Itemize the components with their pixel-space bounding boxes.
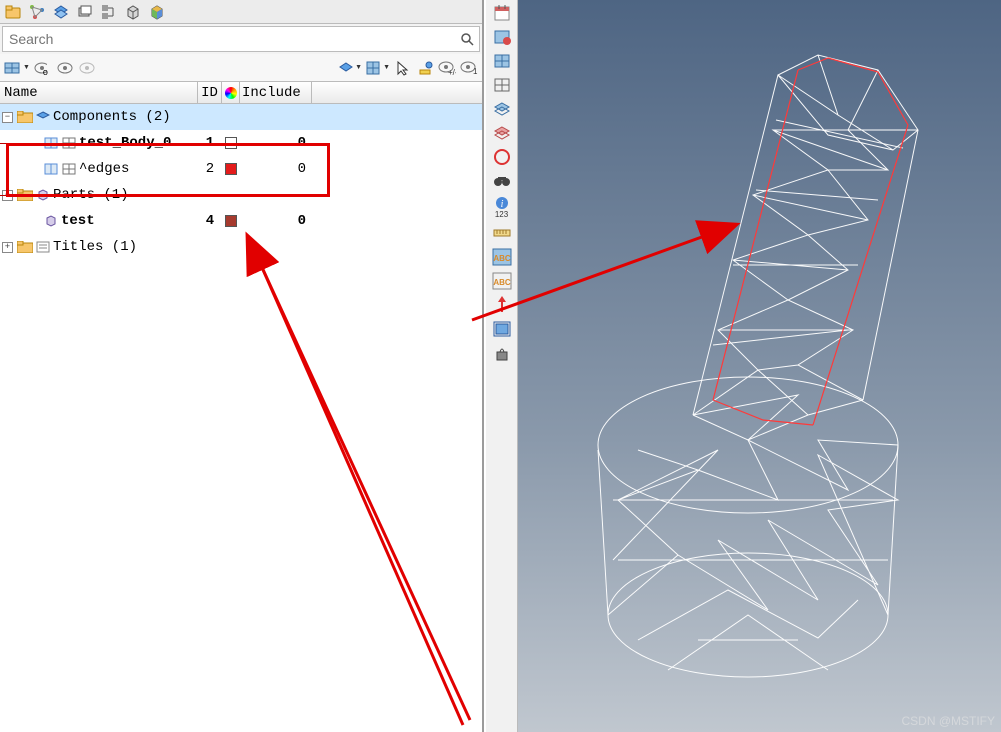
- item-id: 4: [198, 213, 222, 229]
- color-swatch[interactable]: [225, 163, 237, 175]
- component-icon: [35, 110, 51, 124]
- graph-icon[interactable]: [28, 3, 46, 21]
- search-input[interactable]: [3, 29, 455, 49]
- tree-item-component[interactable]: ^edges 2 0: [0, 156, 482, 182]
- eye-none-icon[interactable]: [56, 59, 74, 77]
- chevron-down-icon: ▼: [383, 64, 390, 71]
- tree-collapse-icon[interactable]: [100, 3, 118, 21]
- header-color[interactable]: [222, 82, 240, 103]
- eye-opt-icon[interactable]: [78, 59, 96, 77]
- tree-group-parts[interactable]: − Parts (1): [0, 182, 482, 208]
- model-tree: − Components (2) test_Body_0: [0, 104, 482, 732]
- vector-red-icon[interactable]: [490, 294, 514, 316]
- model-browser-panel: ▼ o ▼ ▼ +/- 1: [0, 0, 484, 732]
- calendar-icon[interactable]: [490, 2, 514, 24]
- box-3d-icon[interactable]: [124, 3, 142, 21]
- header-id[interactable]: ID: [198, 82, 222, 103]
- elements-icon: [61, 136, 77, 150]
- eye-all-icon[interactable]: o: [34, 59, 52, 77]
- color-pick-icon[interactable]: [416, 59, 434, 77]
- entity-filter-dropdown[interactable]: ▼: [338, 61, 362, 75]
- expand-icon[interactable]: +: [2, 242, 13, 253]
- tree-group-titles[interactable]: + Titles (1): [0, 234, 482, 260]
- item-include: 0: [240, 161, 312, 177]
- filter-elements-dropdown[interactable]: ▼: [4, 60, 30, 76]
- item-name: test: [61, 213, 95, 229]
- folder-icon: [17, 240, 33, 254]
- part-icon: [43, 214, 59, 228]
- abc-grid2-icon[interactable]: ABC: [490, 270, 514, 292]
- svg-text:i: i: [500, 199, 503, 210]
- item-include: 0: [240, 135, 312, 151]
- view-toolbar: i123 ABC ABC: [486, 0, 518, 732]
- filter-toolbar: ▼ o ▼ ▼ +/- 1: [0, 54, 482, 82]
- header-name[interactable]: Name: [0, 82, 198, 103]
- item-name: ^edges: [79, 161, 129, 177]
- wireframe-model: [518, 0, 1001, 732]
- mesh-filter-dropdown[interactable]: ▼: [366, 61, 390, 75]
- top-toolbar: [0, 0, 482, 24]
- collapse-icon[interactable]: −: [2, 112, 13, 123]
- cursor-icon[interactable]: [394, 59, 412, 77]
- viewport-3d[interactable]: [518, 0, 1001, 732]
- watermark: CSDN @MSTIFY: [901, 714, 995, 728]
- frame-blue-icon[interactable]: [490, 318, 514, 340]
- svg-text:+/-: +/-: [448, 68, 456, 75]
- group-label: Parts (1): [53, 187, 129, 203]
- svg-text:ABC: ABC: [493, 254, 511, 263]
- color-swatch[interactable]: [225, 137, 237, 149]
- folder-icon: [17, 110, 33, 124]
- red-circle-icon[interactable]: [490, 146, 514, 168]
- color-wheel-icon: [225, 87, 237, 99]
- tree-header: Name ID Include: [0, 82, 482, 104]
- color-swatch[interactable]: [225, 215, 237, 227]
- ruler-icon[interactable]: [490, 222, 514, 244]
- box-stack-icon[interactable]: [76, 3, 94, 21]
- eye-plus-icon[interactable]: +/-: [438, 59, 456, 77]
- tree-item-component[interactable]: test_Body_0 1 0: [0, 130, 482, 156]
- collapse-icon[interactable]: −: [2, 190, 13, 201]
- folder-new-icon[interactable]: [4, 3, 22, 21]
- abc-grid-icon[interactable]: ABC: [490, 246, 514, 268]
- layers-red-icon[interactable]: [490, 122, 514, 144]
- svg-text:ABC: ABC: [493, 278, 511, 287]
- eye-one-icon[interactable]: 1: [460, 59, 478, 77]
- item-name: test_Body_0: [79, 135, 171, 151]
- mesh-icon: [43, 162, 59, 176]
- grid-outline-icon[interactable]: [490, 74, 514, 96]
- item-id: 1: [198, 135, 222, 151]
- tree-item-part[interactable]: test 4 0: [0, 208, 482, 234]
- info-123-icon[interactable]: i123: [490, 194, 514, 220]
- item-include: 0: [240, 213, 312, 229]
- tree-group-components[interactable]: − Components (2): [0, 104, 482, 130]
- chevron-down-icon: ▼: [355, 64, 362, 71]
- group-label: Components (2): [53, 109, 171, 125]
- part-icon: [35, 188, 51, 202]
- grid-blue-icon[interactable]: [490, 50, 514, 72]
- folder-icon: [17, 188, 33, 202]
- pattern-red-icon[interactable]: [490, 26, 514, 48]
- mesh-icon: [43, 136, 59, 150]
- search-box: [2, 26, 480, 52]
- group-label: Titles (1): [53, 239, 137, 255]
- mass-icon[interactable]: [490, 342, 514, 364]
- layers-blue-icon[interactable]: [490, 98, 514, 120]
- color-cube-icon[interactable]: [148, 3, 166, 21]
- title-icon: [35, 240, 51, 254]
- binoculars-icon[interactable]: [490, 170, 514, 192]
- item-id: 2: [198, 161, 222, 177]
- search-icon[interactable]: [455, 27, 479, 51]
- layers-blue-icon[interactable]: [52, 3, 70, 21]
- svg-text:1: 1: [473, 67, 478, 75]
- header-include[interactable]: Include: [240, 82, 312, 103]
- chevron-down-icon: ▼: [23, 64, 30, 71]
- elements-icon: [61, 162, 77, 176]
